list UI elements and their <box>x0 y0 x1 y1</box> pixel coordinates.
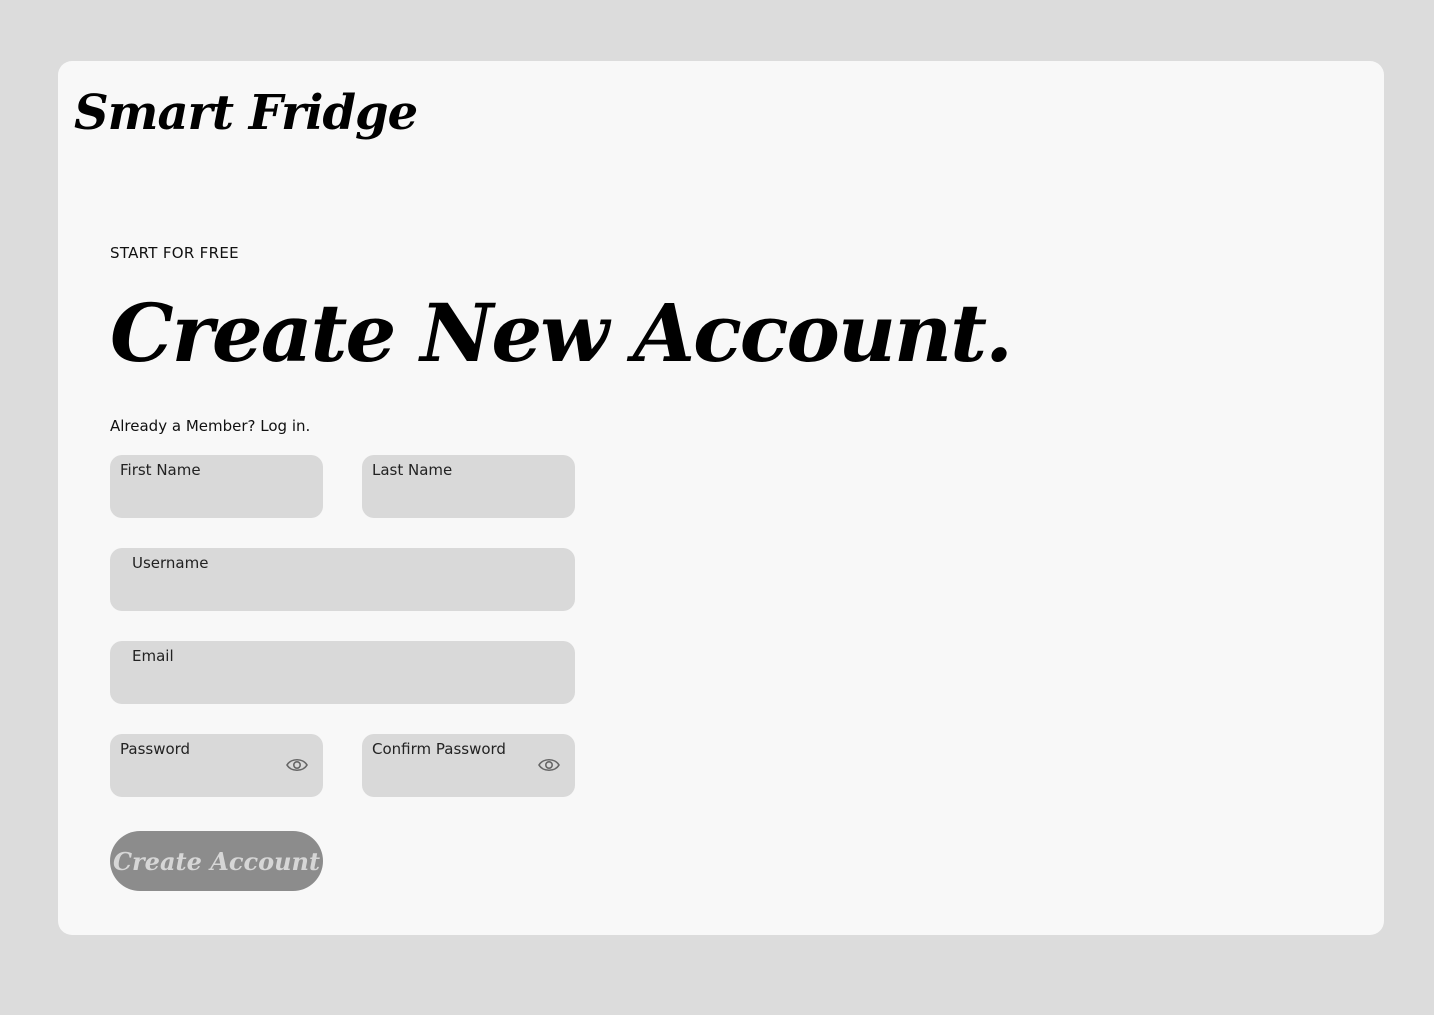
email-input[interactable] <box>120 672 535 698</box>
first-name-input[interactable] <box>120 486 283 512</box>
username-input[interactable] <box>120 579 535 605</box>
create-account-button[interactable]: Create Account <box>110 831 323 891</box>
password-input[interactable] <box>120 765 283 791</box>
confirm-password-input[interactable] <box>372 765 535 791</box>
email-label: Email <box>132 647 174 665</box>
password-field[interactable]: Password <box>110 734 323 797</box>
confirm-password-field[interactable]: Confirm Password <box>362 734 575 797</box>
signup-card: Smart Fridge START FOR FREE Create New A… <box>58 61 1384 935</box>
page-title: Create New Account. <box>110 286 1013 380</box>
brand-logo: Smart Fridge <box>74 85 418 141</box>
username-label: Username <box>132 554 209 572</box>
last-name-field[interactable]: Last Name <box>362 455 575 518</box>
confirm-password-label: Confirm Password <box>372 740 506 758</box>
last-name-input[interactable] <box>372 486 535 512</box>
first-name-field[interactable]: First Name <box>110 455 323 518</box>
email-field[interactable]: Email <box>110 641 575 704</box>
eye-icon[interactable] <box>537 756 561 774</box>
username-field[interactable]: Username <box>110 548 575 611</box>
login-link[interactable]: Log in. <box>260 417 310 435</box>
eyebrow-text: START FOR FREE <box>110 244 239 262</box>
password-label: Password <box>120 740 191 758</box>
eye-icon[interactable] <box>285 756 309 774</box>
first-name-label: First Name <box>120 461 201 479</box>
login-prompt: Already a Member? Log in. <box>110 417 310 435</box>
last-name-label: Last Name <box>372 461 453 479</box>
login-prompt-text: Already a Member? <box>110 417 256 435</box>
